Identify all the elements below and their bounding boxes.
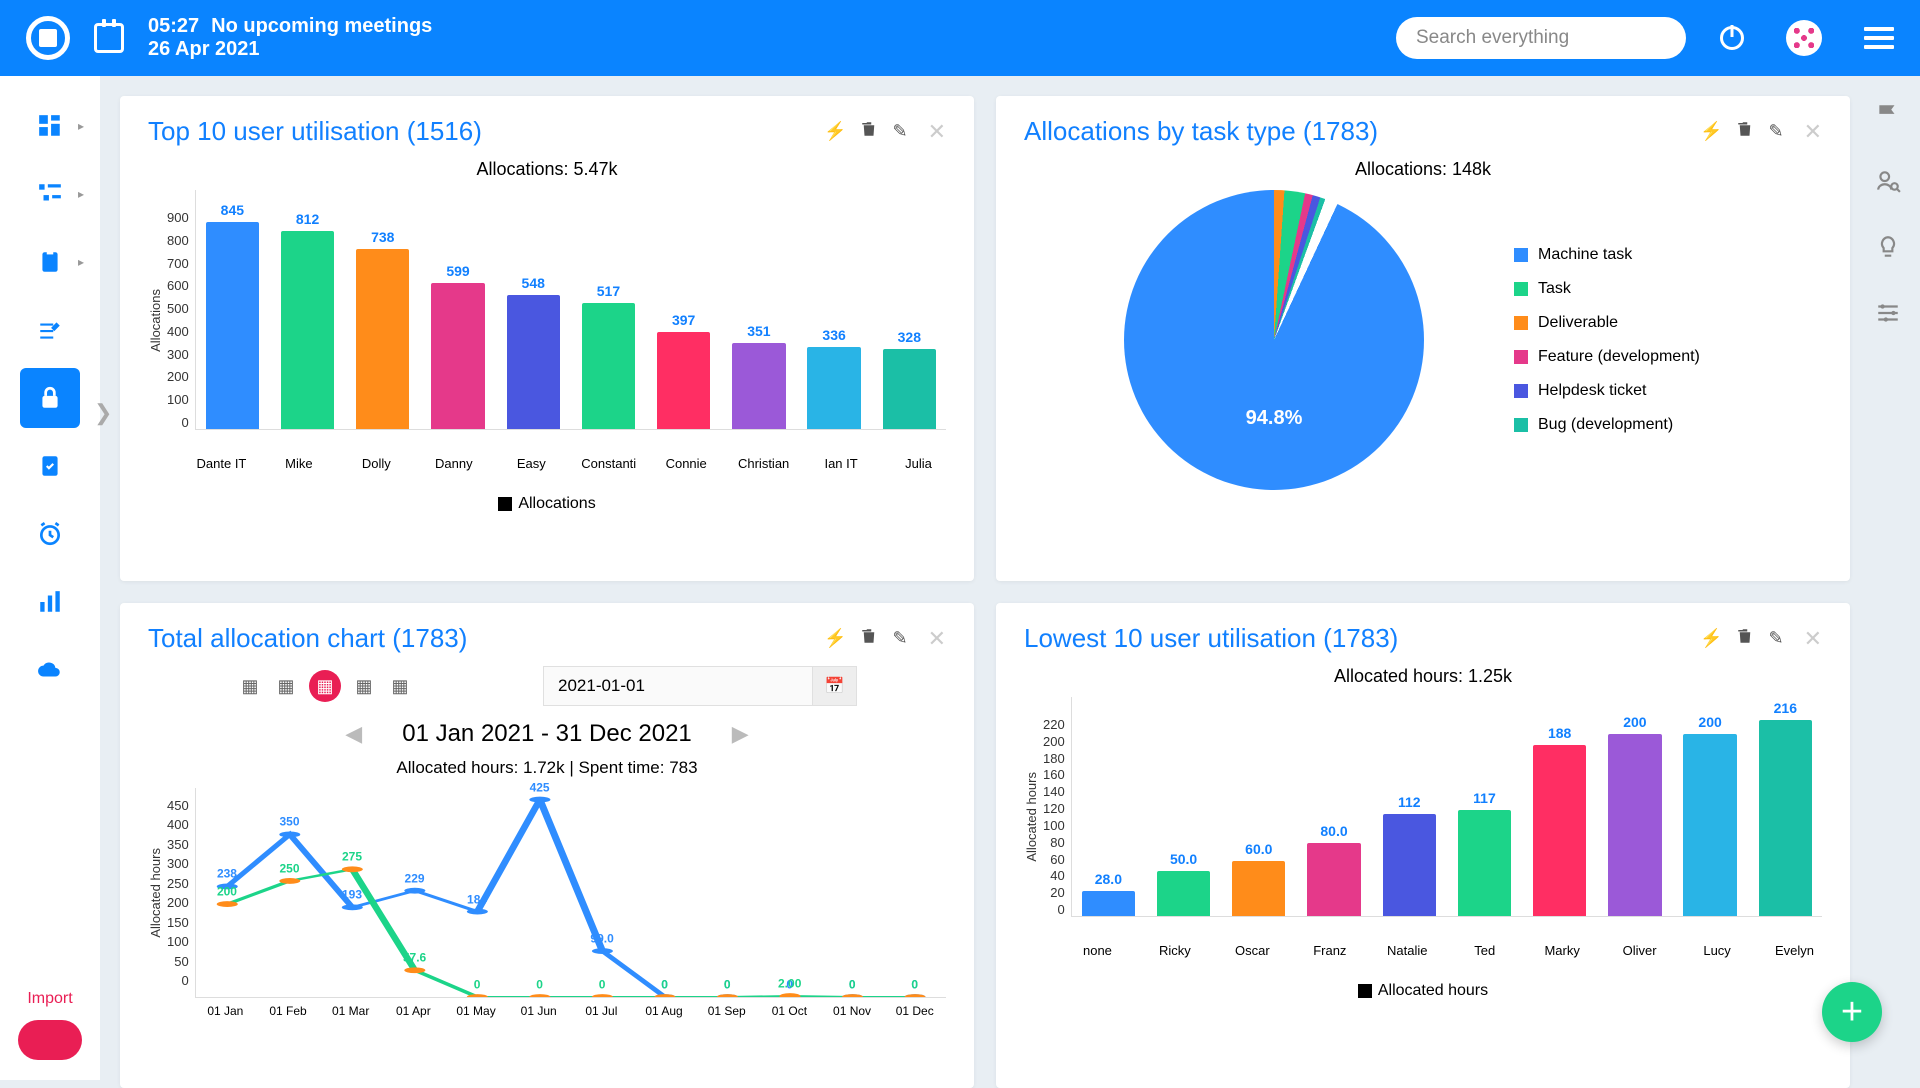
sliders-icon[interactable] — [1875, 300, 1901, 326]
meeting-status: No upcoming meetings — [211, 15, 432, 38]
chart-legend: Allocations — [148, 495, 946, 513]
period-week-icon[interactable]: ▦ — [273, 673, 299, 699]
range-title: 01 Jan 2021 - 31 Dec 2021 — [402, 720, 692, 748]
date-field[interactable] — [543, 666, 813, 706]
bolt-icon[interactable]: ⚡ — [1700, 121, 1722, 142]
close-icon[interactable]: ✕ — [928, 626, 946, 652]
range-subtitle: Allocated hours: 1.72k | Spent time: 783 — [148, 758, 946, 778]
pie-main-label: 94.8% — [1246, 407, 1303, 430]
trash-icon[interactable] — [1736, 627, 1754, 650]
edit-icon[interactable]: ✎ — [892, 628, 907, 649]
panel-allocations-tasktype: Allocations by task type (1783) ⚡ ✎ ✕ Al… — [996, 96, 1850, 581]
flag-icon[interactable] — [1875, 102, 1901, 128]
fab-add[interactable]: + — [1822, 982, 1882, 1042]
period-year-icon[interactable]: ▦ — [387, 673, 413, 699]
line-chart: Allocated hours 450400350300250200150100… — [148, 788, 946, 998]
panel-title: Top 10 user utilisation (1516) — [148, 116, 810, 147]
bar-chart-2: Allocated hours 220200180160140120100806… — [1024, 697, 1822, 937]
nav-checklist[interactable] — [20, 300, 80, 360]
panel-title: Allocations by task type (1783) — [1024, 116, 1686, 147]
panel-lowest10-utilisation: Lowest 10 user utilisation (1783) ⚡ ✎ ✕ … — [996, 603, 1850, 1088]
import-label[interactable]: Import — [27, 990, 72, 1008]
date-toolbar: ▦ ▦ ▦ ▦ ▦ 📅 — [148, 666, 946, 706]
chart-subtitle: Allocations: 148k — [1024, 159, 1822, 180]
chart-subtitle: Allocated hours: 1.25k — [1024, 666, 1822, 687]
close-icon[interactable]: ✕ — [928, 119, 946, 145]
date-picker-icon[interactable]: 📅 — [813, 666, 857, 706]
left-nav: ▸ ▸ ▸ Import — [0, 76, 100, 1080]
left-nav-expand[interactable]: ❯ — [94, 400, 112, 426]
bulb-icon[interactable] — [1875, 234, 1901, 260]
right-nav — [1856, 76, 1920, 326]
bar-chart-1: Allocations 9008007006005004003002001000… — [148, 190, 946, 450]
pie-legend: Machine taskTaskDeliverableFeature (deve… — [1514, 246, 1700, 434]
calendar-icon[interactable] — [94, 23, 124, 53]
menu-icon[interactable] — [1864, 27, 1894, 49]
trash-icon[interactable] — [1736, 120, 1754, 143]
clock-block: 05:27 No upcoming meetings 26 Apr 2021 — [148, 15, 432, 61]
bolt-icon[interactable]: ⚡ — [1700, 628, 1722, 649]
nav-cloud[interactable] — [20, 640, 80, 700]
search-input[interactable]: Search everything — [1396, 17, 1686, 59]
y-axis-label: Allocated hours — [1024, 772, 1039, 862]
prev-range[interactable]: ◀ — [345, 721, 362, 747]
nav-dashboard[interactable]: ▸ — [20, 96, 80, 156]
power-icon[interactable] — [1720, 26, 1744, 50]
nav-clipboard[interactable]: ▸ — [20, 232, 80, 292]
edit-icon[interactable]: ✎ — [1768, 121, 1783, 142]
user-avatar[interactable] — [1786, 20, 1822, 56]
edit-icon[interactable]: ✎ — [892, 121, 907, 142]
close-icon[interactable]: ✕ — [1804, 626, 1822, 652]
chart-legend: Allocated hours — [1024, 982, 1822, 1000]
panel-title: Total allocation chart (1783) — [148, 623, 810, 654]
chart-subtitle: Allocations: 5.47k — [148, 159, 946, 180]
clock-date: 26 Apr 2021 — [148, 38, 432, 61]
bolt-icon[interactable]: ⚡ — [824, 121, 846, 142]
period-quarter-icon[interactable]: ▦ — [351, 673, 377, 699]
nav-lock[interactable] — [20, 368, 80, 428]
dashboard-grid: Top 10 user utilisation (1516) ⚡ ✎ ✕ All… — [120, 96, 1850, 1080]
search-placeholder: Search everything — [1416, 27, 1569, 49]
y-axis-label: Allocated hours — [148, 848, 163, 938]
search-user-icon[interactable] — [1875, 168, 1901, 194]
trash-icon[interactable] — [860, 627, 878, 650]
app-logo[interactable] — [26, 16, 70, 60]
top-bar: 05:27 No upcoming meetings 26 Apr 2021 S… — [0, 0, 1920, 76]
period-day-icon[interactable]: ▦ — [237, 673, 263, 699]
next-range[interactable]: ▶ — [732, 721, 749, 747]
edit-icon[interactable]: ✎ — [1768, 628, 1783, 649]
panel-total-allocation: Total allocation chart (1783) ⚡ ✎ ✕ ▦ ▦ … — [120, 603, 974, 1088]
nav-reports[interactable] — [20, 572, 80, 632]
nav-task[interactable] — [20, 436, 80, 496]
y-axis-label: Allocations — [148, 289, 163, 352]
nav-tree[interactable]: ▸ — [20, 164, 80, 224]
period-month-icon[interactable]: ▦ — [309, 670, 341, 702]
panel-top10-utilisation: Top 10 user utilisation (1516) ⚡ ✎ ✕ All… — [120, 96, 974, 581]
pie-chart: 94.8% — [1124, 190, 1424, 490]
nav-alarm[interactable] — [20, 504, 80, 564]
clock-time: 05:27 — [148, 15, 199, 38]
import-pill[interactable] — [18, 1020, 82, 1060]
panel-title: Lowest 10 user utilisation (1783) — [1024, 623, 1686, 654]
close-icon[interactable]: ✕ — [1804, 119, 1822, 145]
bolt-icon[interactable]: ⚡ — [824, 628, 846, 649]
trash-icon[interactable] — [860, 120, 878, 143]
